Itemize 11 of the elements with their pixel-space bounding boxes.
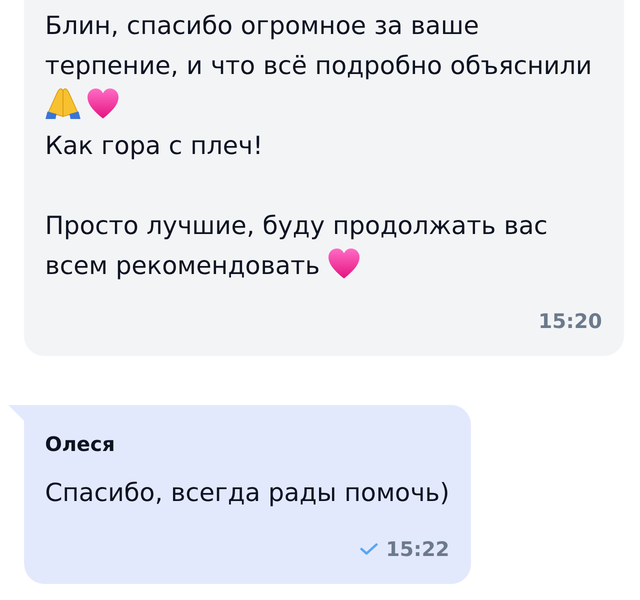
message-text: Блин, спасибо огромное за ваше терпение, и что всё подробно объяснили xyxy=(45,11,592,80)
message-time: 15:22 xyxy=(386,537,450,561)
message-text: Спасибо, всегда рады помочь) xyxy=(45,478,450,507)
message-text: всем рекомендовать xyxy=(45,251,320,280)
message-time: 15:20 xyxy=(538,309,602,333)
message-text: Как гора с плеч! xyxy=(45,131,263,160)
heart-icon xyxy=(87,88,119,119)
sender-name: Олеся xyxy=(45,432,115,456)
heart-icon xyxy=(328,248,360,279)
folded-hands-icon xyxy=(45,87,81,119)
message-text: Просто лучшие, буду продолжать вас xyxy=(45,211,548,240)
